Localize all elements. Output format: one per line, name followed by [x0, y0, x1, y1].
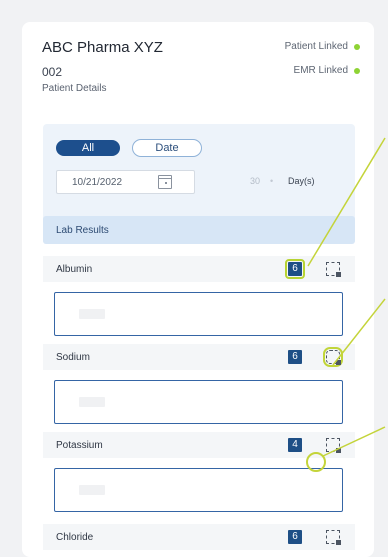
lab-item-label: Albumin [56, 264, 93, 275]
lab-item-input[interactable] [54, 468, 343, 512]
separator-dot: • [270, 176, 274, 186]
count-badge[interactable]: 6 [288, 350, 302, 364]
emr-linked-status: EMR Linked [294, 65, 360, 76]
lab-item-input[interactable] [54, 292, 343, 336]
patient-linked-status: Patient Linked [285, 41, 360, 52]
placeholder-bar [79, 397, 105, 407]
days-input[interactable]: 30 • Day(s) [239, 170, 335, 192]
lab-item-header: Potassium 4 [43, 432, 355, 458]
lab-item-label: Chloride [56, 532, 94, 543]
emr-linked-label: EMR Linked [293, 65, 348, 76]
calendar-icon[interactable] [158, 175, 172, 189]
patient-linked-label: Patient Linked [284, 41, 348, 52]
patient-card: ABC Pharma XYZ 002 Patient Details Patie… [22, 22, 374, 557]
status-dot-icon [354, 67, 360, 74]
days-unit-label: Day(s) [288, 176, 315, 186]
filter-panel: All Date 10/21/2022 30 • Day(s) [43, 124, 355, 226]
patient-name: ABC Pharma XYZ [42, 39, 163, 56]
lab-item-label: Sodium [56, 352, 90, 363]
lab-item-header: Chloride 6 [43, 524, 355, 550]
expand-icon[interactable] [326, 262, 341, 277]
count-badge[interactable]: 4 [288, 438, 302, 452]
all-toggle-button[interactable]: All [56, 140, 120, 156]
lab-item-label: Potassium [56, 440, 103, 451]
lab-item-input[interactable] [54, 380, 343, 424]
lab-results-title: Lab Results [56, 225, 109, 236]
date-toggle-button[interactable]: Date [132, 139, 202, 157]
days-value: 30 [250, 176, 261, 186]
expand-icon[interactable] [326, 438, 341, 453]
placeholder-bar [79, 485, 105, 495]
lab-item-header: Sodium 6 [43, 344, 355, 370]
placeholder-bar [79, 309, 105, 319]
lab-results-header: Lab Results [43, 216, 355, 244]
expand-icon[interactable] [326, 530, 341, 545]
date-input[interactable]: 10/21/2022 [56, 170, 195, 194]
count-badge[interactable]: 6 [285, 259, 305, 279]
status-dot-icon [354, 43, 360, 50]
count-badge[interactable]: 6 [288, 530, 302, 544]
patient-details-link[interactable]: Patient Details [42, 83, 106, 94]
date-value: 10/21/2022 [72, 177, 123, 188]
lab-item-header: Albumin 6 [43, 256, 355, 282]
expand-icon[interactable] [323, 347, 343, 367]
patient-id: 002 [42, 65, 63, 79]
